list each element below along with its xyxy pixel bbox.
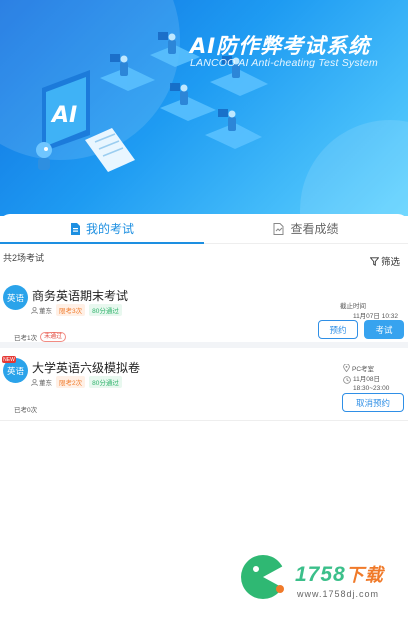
status-badge: 未通过: [40, 332, 67, 342]
filter-label: 筛选: [380, 257, 400, 268]
attempt-info: 已考1次 未通过: [14, 332, 67, 342]
teacher: 董东: [31, 377, 52, 387]
attempt-limit-tag: 限考2次: [56, 376, 86, 388]
banner-title: AI防作弊考试系统: [190, 34, 371, 58]
watermark-suffix: 下载: [345, 565, 384, 585]
pass-score-tag: 80分通过: [89, 304, 122, 316]
exam-doc-icon: [70, 222, 80, 235]
banner-art-label: AI: [50, 103, 77, 128]
attempt-info: 已考0次: [14, 404, 37, 414]
teacher-name: 董东: [39, 380, 52, 387]
reserve-button[interactable]: 预约: [318, 320, 358, 339]
exam-count: 共2场考试: [3, 253, 45, 263]
tab-view-scores[interactable]: 查看成绩: [204, 214, 408, 243]
tab-label: 我的考试: [85, 222, 134, 236]
deadline-value: 11月07日 10:32: [352, 313, 398, 320]
cancel-reservation-button[interactable]: 取消预约: [342, 393, 404, 412]
tab-label: 查看成绩: [290, 222, 339, 236]
schedule-text: 11月08日 18:30~23:00: [353, 375, 389, 393]
exam-location: PC考室: [343, 363, 374, 373]
person-icon: [31, 306, 38, 314]
banner-subtitle: LANCOO AI Anti-cheating Test System: [190, 57, 378, 69]
new-badge: NEW: [2, 356, 16, 363]
teacher: 董东: [31, 305, 52, 315]
clock-icon: [343, 376, 351, 384]
exam-schedule: 11月08日 18:30~23:00: [343, 375, 389, 393]
watermark-url: www.1758dj.com: [297, 589, 380, 599]
tab-my-exams[interactable]: 我的考试: [0, 214, 204, 244]
watermark-number: 1758: [295, 563, 346, 586]
schedule-time: 18:30~23:00: [353, 385, 390, 392]
location-text: PC考室: [352, 366, 375, 373]
attempt-count: 已考1次: [14, 335, 38, 342]
location-pin-icon: [343, 364, 350, 372]
exam-title: 商务英语期末考试: [32, 289, 129, 303]
exam-title: 大学英语六级模拟卷: [32, 361, 141, 375]
exam-meta: 董东 限考3次 80分通过: [31, 304, 126, 316]
exam-card[interactable]: 英语 商务英语期末考试 董东 限考3次 80分通过 已考1次 未通过 截止时间 …: [0, 276, 408, 348]
start-exam-button[interactable]: 考试: [364, 320, 404, 339]
schedule-date: 11月08日: [353, 376, 380, 383]
filter-button[interactable]: 筛选: [369, 254, 400, 268]
attempt-limit-tag: 限考3次: [56, 304, 86, 316]
person-icon: [31, 378, 38, 386]
teacher-name: 董东: [39, 308, 52, 315]
tab-bar: 我的考试 查看成绩: [0, 214, 408, 244]
attempt-count: 已考0次: [14, 407, 38, 414]
exam-card[interactable]: 英语 NEW 大学英语六级模拟卷 董东 限考2次 80分通过 已考0次 PC考室…: [0, 353, 408, 421]
deadline-label: 截止时间: [340, 303, 366, 310]
exam-meta: 董东 限考2次 80分通过: [31, 376, 126, 388]
score-doc-icon: [273, 222, 284, 235]
hero-banner: AI AI防作弊考试系统 LANCOO AI Anti-cheating Tes…: [0, 0, 408, 216]
watermark-brand: 1758下载: [295, 561, 384, 587]
pass-score-tag: 80分通过: [89, 376, 122, 388]
subject-icon: 英语: [3, 285, 28, 310]
filter-icon: [369, 256, 379, 266]
